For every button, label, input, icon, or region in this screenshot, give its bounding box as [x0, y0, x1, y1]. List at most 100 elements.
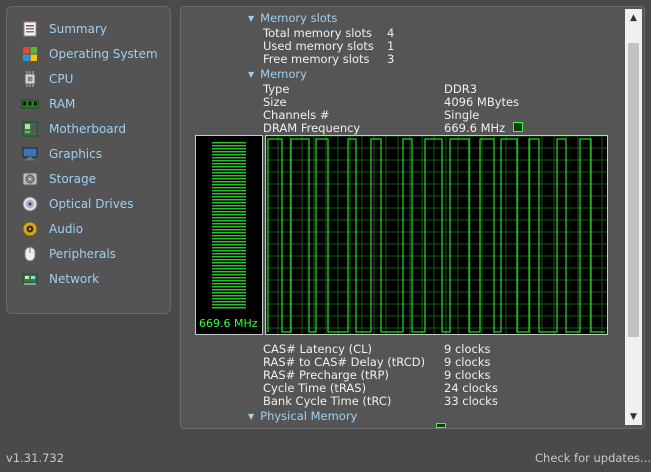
- meter-segment: [212, 241, 246, 243]
- meter-segment: [212, 226, 246, 228]
- summary-icon: [21, 21, 39, 37]
- meter-segment: [212, 265, 246, 267]
- sidebar-item-storage[interactable]: Storage: [21, 169, 96, 189]
- check-updates-link[interactable]: Check for updates...: [535, 451, 651, 465]
- meter-segment: [212, 211, 246, 213]
- meter-segment: [212, 298, 246, 300]
- version-label: v1.31.732: [6, 451, 65, 465]
- mouse-icon: [21, 246, 39, 262]
- meter-segment: [212, 280, 246, 282]
- info-label: Bank Cycle Time (tRC): [263, 394, 392, 408]
- meter-segment: [212, 220, 246, 222]
- sidebar-item-operating-system[interactable]: Operating System: [21, 44, 158, 64]
- scroll-down-button[interactable]: ▼: [625, 408, 642, 425]
- info-value: 3: [387, 52, 395, 66]
- section-heading: Physical Memory: [260, 409, 358, 423]
- meter-segment: [212, 214, 246, 216]
- chevron-up-icon: ▲: [630, 12, 637, 23]
- vertical-scrollbar[interactable]: ▲ ▼: [625, 9, 642, 425]
- meter-segment: [212, 142, 246, 144]
- collapse-arrow-icon: ▼: [248, 14, 255, 23]
- section-memory-slots[interactable]: ▼ Memory slots: [248, 11, 337, 25]
- meter-segment: [212, 247, 246, 249]
- meter-segment: [212, 259, 246, 261]
- section-heading: Memory slots: [260, 11, 338, 25]
- section-memory[interactable]: ▼ Memory: [248, 67, 307, 81]
- meter-segment: [212, 217, 246, 219]
- info-label: Type: [263, 82, 290, 96]
- meter-segment: [212, 199, 246, 201]
- sidebar-item-label: Motherboard: [49, 122, 126, 136]
- sidebar-item-audio[interactable]: Audio: [21, 219, 83, 239]
- meter-segment: [212, 181, 246, 183]
- sidebar-item-label: CPU: [49, 72, 74, 86]
- meter-segment: [212, 145, 246, 147]
- meter-segment: [212, 190, 246, 192]
- chevron-down-icon: ▼: [630, 411, 637, 422]
- frequency-meter: 669.6 MHz: [195, 135, 263, 335]
- meter-segment: [212, 268, 246, 270]
- meter-segment: [212, 184, 246, 186]
- scroll-up-button[interactable]: ▲: [625, 9, 642, 26]
- meter-segment: [212, 172, 246, 174]
- speaker-icon: [21, 221, 39, 237]
- info-label: RAS# Precharge (tRP): [263, 368, 389, 382]
- frequency-graph-toggle[interactable]: [513, 122, 523, 132]
- meter-segment: [212, 238, 246, 240]
- meter-segment: [212, 157, 246, 159]
- collapse-arrow-icon: ▼: [248, 70, 255, 79]
- meter-segment: [212, 274, 246, 276]
- info-value: 669.6 MHz: [444, 121, 506, 135]
- info-value: 9 clocks: [444, 355, 491, 369]
- meter-segment: [212, 229, 246, 231]
- meter-segment: [212, 235, 246, 237]
- meter-segment: [212, 151, 246, 153]
- meter-segment: [212, 256, 246, 258]
- meter-segment: [212, 292, 246, 294]
- meter-segment: [212, 202, 246, 204]
- info-label: Total memory slots: [263, 26, 372, 40]
- section-physical-memory[interactable]: ▼ Physical Memory: [248, 409, 357, 423]
- meter-segment: [212, 283, 246, 285]
- meter-segment: [212, 148, 246, 150]
- sidebar-item-label: Summary: [49, 22, 107, 36]
- info-label: Size: [263, 95, 287, 109]
- sidebar-item-label: Graphics: [49, 147, 102, 161]
- network-icon: [21, 271, 39, 287]
- sidebar-item-optical-drives[interactable]: Optical Drives: [21, 194, 133, 214]
- info-value: 4: [387, 26, 395, 40]
- sidebar-item-network[interactable]: Network: [21, 269, 99, 289]
- meter-segment: [212, 160, 246, 162]
- sidebar-item-motherboard[interactable]: Motherboard: [21, 119, 126, 139]
- scroll-thumb[interactable]: [628, 43, 639, 337]
- sidebar-item-cpu[interactable]: CPU: [21, 69, 73, 89]
- info-label: Channels #: [263, 108, 330, 122]
- meter-segment: [212, 232, 246, 234]
- frequency-graph-plot: [265, 135, 607, 334]
- meter-segment: [212, 169, 246, 171]
- sidebar-item-label: Network: [49, 272, 100, 286]
- frequency-graph: [265, 135, 608, 335]
- meter-segment: [212, 304, 246, 306]
- meter-segment: [212, 289, 246, 291]
- sidebar-item-label: RAM: [49, 97, 76, 111]
- sidebar-item-graphics[interactable]: Graphics: [21, 144, 102, 164]
- meter-segment: [212, 244, 246, 246]
- info-label: Cycle Time (tRAS): [263, 381, 367, 395]
- info-label: DRAM Frequency: [263, 121, 361, 135]
- sidebar-item-summary[interactable]: Summary: [21, 19, 107, 39]
- meter-segment: [212, 295, 246, 297]
- meter-segment: [212, 250, 246, 252]
- info-value: 1: [387, 39, 395, 53]
- sidebar-item-label: Optical Drives: [49, 197, 134, 211]
- sidebar-item-peripherals[interactable]: Peripherals: [21, 244, 116, 264]
- info-label: Free memory slots: [263, 52, 370, 66]
- disc-icon: [21, 196, 39, 212]
- info-label: Used memory slots: [263, 39, 374, 53]
- sidebar-item-ram[interactable]: RAM: [21, 94, 75, 114]
- info-value: DDR3: [444, 82, 478, 96]
- meter-segment: [212, 163, 246, 165]
- meter-segment: [212, 205, 246, 207]
- cpu-icon: [21, 71, 39, 87]
- info-value: 24 clocks: [444, 381, 498, 395]
